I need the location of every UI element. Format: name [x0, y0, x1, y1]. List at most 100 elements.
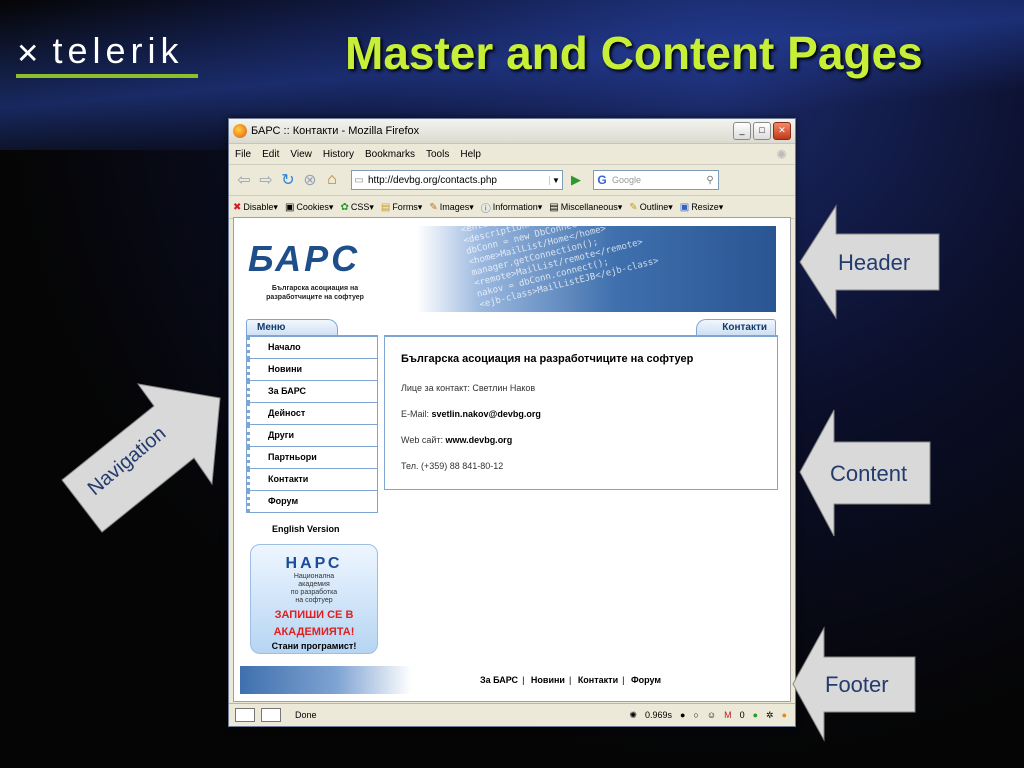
bars-logo-subtitle: Българска асоциация на разработчиците на…	[266, 285, 364, 301]
outline-icon: ✎	[629, 201, 638, 213]
footer-link-about[interactable]: За БАРС	[480, 675, 518, 685]
green-status-icon[interactable]: ●	[753, 710, 758, 720]
info-icon: ⓘ	[480, 203, 491, 215]
dev-forms[interactable]: ▤ Forms▾	[381, 202, 422, 213]
menu-bookmarks[interactable]: Bookmarks	[365, 149, 415, 160]
email-line: E-Mail: svetlin.nakov@devbg.org	[401, 409, 541, 419]
smiley-icon[interactable]: ☺	[707, 710, 716, 720]
academy-banner[interactable]: НАРС Национална академия по разработка н…	[250, 544, 378, 654]
footer-link-forum[interactable]: Форум	[631, 675, 661, 685]
firefox-status-icon[interactable]: ●	[680, 710, 685, 720]
dev-css-label: CSS▾	[350, 201, 374, 212]
dev-images[interactable]: ✎ Images▾	[429, 202, 473, 213]
menu-help[interactable]: Help	[460, 149, 481, 160]
dev-miscellaneous[interactable]: ▤ Miscellaneous▾	[549, 202, 622, 213]
window-titlebar: БАРС :: Контакти - Mozilla Firefox _ □ ✕	[229, 119, 795, 144]
page-viewport: <entity> connection.dbConn = null; <desc…	[233, 217, 791, 702]
academy-sub-4: на софтуер	[295, 597, 333, 604]
throbber-icon: ✺	[776, 147, 787, 162]
callout-navigation-label: Navigation	[83, 422, 171, 500]
dev-cookies[interactable]: ▣ Cookies▾	[285, 202, 334, 213]
dev-misc-label: Miscellaneous▾	[560, 201, 623, 212]
sun-icon[interactable]: ●	[782, 710, 787, 720]
site-footer: За БАРС | Новини | Контакти | Форум	[240, 666, 776, 694]
images-icon: ✎	[429, 201, 438, 213]
academy-sub-2: академия	[298, 581, 330, 588]
menu-item-news[interactable]: Новини	[247, 359, 377, 381]
chevron-down-icon[interactable]: ▼	[549, 175, 562, 185]
gear-icon[interactable]: ✲	[766, 710, 774, 721]
dev-resize-label: Resize▾	[691, 201, 724, 212]
home-icon[interactable]: ⌂	[323, 171, 341, 189]
phone-line: Тел. (+359) 88 841-80-12	[401, 461, 504, 471]
dev-information-label: Information▾	[492, 201, 543, 212]
footer-link-news[interactable]: Новини	[531, 675, 565, 685]
gray-circle-icon[interactable]: ○	[693, 710, 698, 720]
dev-disable[interactable]: ✖ Disable▾	[233, 202, 278, 213]
site-navigation-menu: Начало Новини За БАРС Дейност Други Парт…	[246, 335, 378, 513]
academy-cta-1: ЗАПИШИ СЕ В	[274, 609, 354, 621]
telerik-logo: ✕ telerik	[16, 30, 184, 72]
footer-links: За БАРС | Новини | Контакти | Форум	[480, 675, 662, 685]
english-version-link[interactable]: English Version	[272, 524, 340, 534]
status-cursor-icon	[261, 708, 281, 722]
callout-footer-label: Footer	[825, 672, 889, 697]
reload-icon[interactable]: ↻	[279, 170, 297, 190]
dev-information[interactable]: ⓘ Information▾	[481, 200, 543, 215]
footer-link-contacts[interactable]: Контакти	[578, 675, 618, 685]
menu-item-home[interactable]: Начало	[247, 337, 377, 359]
content-heading: Българска асоциация на разработчиците на…	[401, 353, 694, 365]
web-label: Web сайт:	[401, 435, 443, 445]
search-icon[interactable]: ⚲	[702, 175, 718, 186]
mail-icon[interactable]: M	[724, 710, 732, 720]
menu-item-about[interactable]: За БАРС	[247, 381, 377, 403]
minimize-button[interactable]: _	[733, 122, 751, 140]
menu-title: Меню	[246, 319, 338, 336]
menu-edit[interactable]: Edit	[262, 149, 279, 160]
search-input[interactable]: Google	[610, 175, 702, 185]
bars-logo[interactable]: БАРС	[248, 238, 360, 280]
address-bar[interactable]: ▭ http://devbg.org/contacts.php ▼	[351, 170, 563, 190]
stop-icon[interactable]: ⊗	[301, 170, 319, 190]
search-box[interactable]: G Google ⚲	[593, 170, 719, 190]
menu-history[interactable]: History	[323, 149, 354, 160]
dev-outline[interactable]: ✎ Outline▾	[629, 202, 672, 213]
forward-icon[interactable]: ⇨	[257, 170, 275, 190]
menu-item-forum[interactable]: Форум	[247, 491, 377, 512]
firebug-icon[interactable]: ✺	[629, 710, 637, 721]
go-icon[interactable]: ▶	[567, 172, 585, 188]
close-button[interactable]: ✕	[773, 122, 791, 140]
academy-sub-3: по разработка	[290, 589, 338, 596]
resize-icon: ▣	[679, 201, 690, 213]
callout-content-label: Content	[830, 461, 908, 486]
cookie-icon: ▣	[284, 201, 295, 213]
web-link[interactable]: www.devbg.org	[446, 435, 513, 445]
maximize-button[interactable]: □	[753, 122, 771, 140]
dev-cookies-label: Cookies▾	[296, 201, 334, 212]
dev-resize[interactable]: ▣ Resize▾	[680, 202, 723, 213]
back-icon[interactable]: ⇦	[235, 170, 253, 190]
menu-item-other[interactable]: Други	[247, 425, 377, 447]
dev-disable-label: Disable▾	[243, 201, 278, 212]
load-time: 0.969s	[644, 710, 672, 720]
logo-text: telerik	[52, 30, 184, 71]
email-link[interactable]: svetlin.nakov@devbg.org	[432, 409, 541, 419]
google-icon[interactable]: G	[594, 173, 610, 187]
callout-header-label: Header	[838, 250, 911, 275]
menu-view[interactable]: View	[290, 149, 312, 160]
web-developer-toolbar: ✖ Disable▾ ▣ Cookies▾ ✿ CSS▾ ▤ Forms▾ ✎ Image…	[229, 196, 795, 219]
status-bar: Done ✺ 0.969s ● ○ ☺ M 0 ● ✲ ●	[229, 703, 795, 726]
menu-file[interactable]: File	[235, 149, 251, 160]
content-tab: Контакти	[696, 319, 776, 335]
menu-tools[interactable]: Tools	[426, 149, 449, 160]
menu-item-activity[interactable]: Дейност	[247, 403, 377, 425]
academy-cta-3: Стани програмист!	[271, 641, 357, 651]
menu-item-partners[interactable]: Партньори	[247, 447, 377, 469]
menu-item-contacts[interactable]: Контакти	[247, 469, 377, 491]
site-header: <entity> connection.dbConn = null; <desc…	[240, 226, 776, 312]
dev-css[interactable]: ✿ CSS▾	[340, 202, 373, 213]
address-url[interactable]: http://devbg.org/contacts.php	[366, 175, 549, 186]
telerik-logo-icon: ✕	[16, 38, 45, 69]
dev-forms-label: Forms▾	[392, 201, 423, 212]
disable-icon: ✖	[233, 201, 242, 213]
